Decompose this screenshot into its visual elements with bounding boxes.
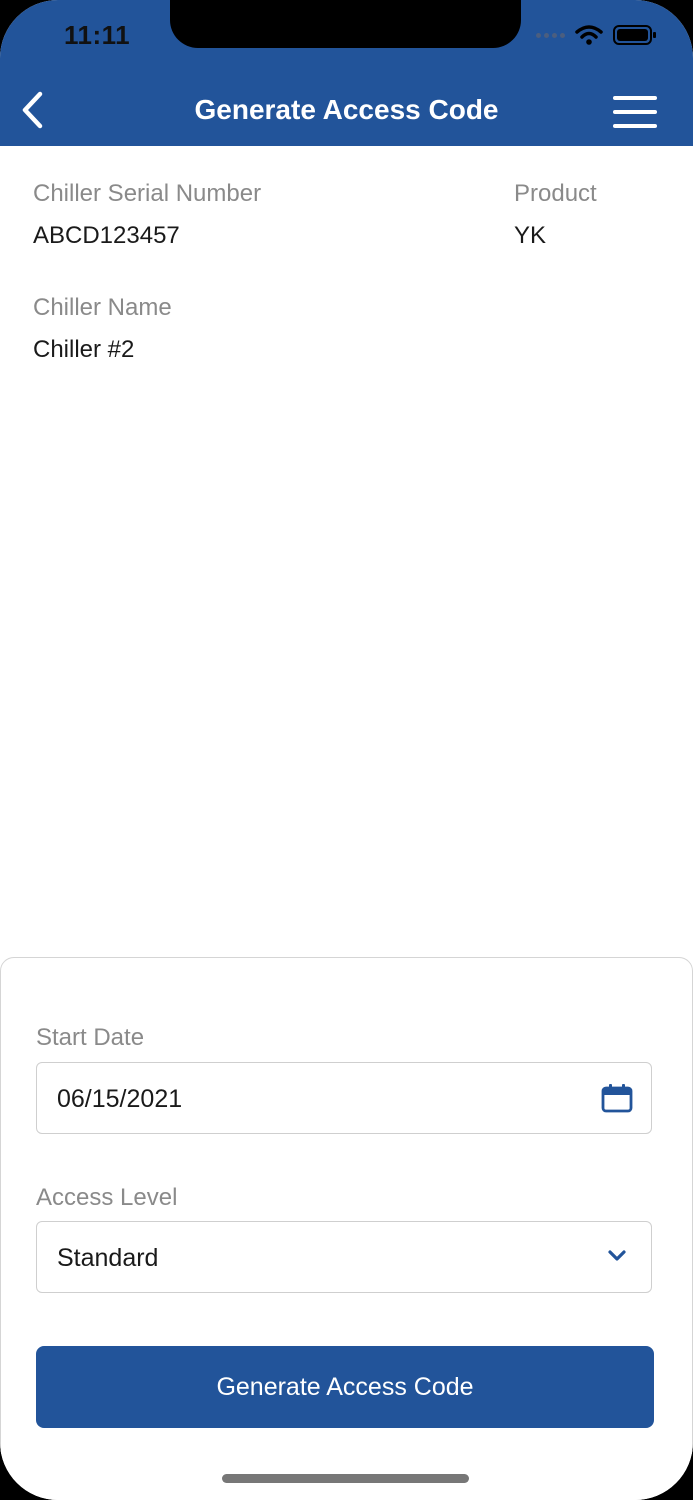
serial-number-field: Chiller Serial Number ABCD123457: [33, 180, 261, 250]
start-date-label: Start Date: [36, 1024, 145, 1051]
chiller-name-field: Chiller Name Chiller #2: [33, 294, 172, 364]
nav-header: 11:11 Generate Access Code: [0, 0, 693, 146]
serial-number-value: ABCD123457: [33, 222, 180, 249]
start-date-value: 06/15/2021: [57, 1085, 183, 1113]
access-level-value: Standard: [57, 1244, 159, 1272]
status-time: 11:11: [64, 20, 131, 50]
signal-icon: [536, 32, 565, 38]
calendar-icon[interactable]: [601, 1083, 633, 1113]
chiller-name-value: Chiller #2: [33, 336, 135, 363]
chevron-down-icon: [608, 1250, 626, 1261]
access-level-select[interactable]: Standard: [36, 1221, 652, 1293]
product-value: YK: [514, 222, 547, 249]
battery-icon: [613, 25, 656, 45]
generate-access-code-button[interactable]: Generate Access Code: [36, 1346, 654, 1428]
page-title: Generate Access Code: [194, 94, 499, 125]
home-indicator[interactable]: [222, 1474, 469, 1483]
wifi-icon: [575, 25, 603, 45]
product-field: Product YK: [514, 180, 597, 250]
serial-number-label: Chiller Serial Number: [33, 180, 262, 207]
app-screen: 11:11 Generate Access Code Chiller Seria…: [0, 0, 693, 1500]
status-icons: [536, 24, 657, 46]
hamburger-menu-icon: [613, 96, 657, 128]
product-label: Product: [514, 180, 597, 207]
chiller-name-label: Chiller Name: [33, 294, 172, 321]
menu-button[interactable]: [613, 96, 657, 132]
device-notch: [170, 0, 521, 48]
start-date-input[interactable]: 06/15/2021: [36, 1062, 652, 1134]
access-level-label: Access Level: [36, 1184, 178, 1211]
